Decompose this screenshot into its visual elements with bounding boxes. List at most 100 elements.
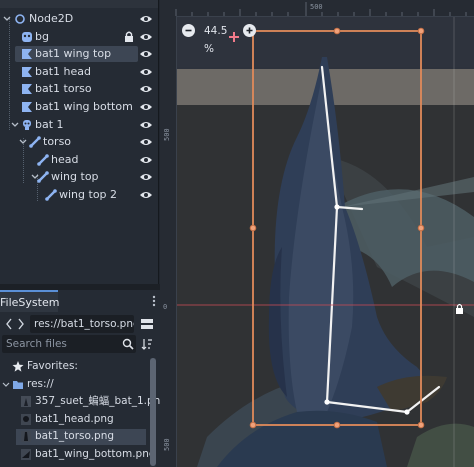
scene-node-bat1-wing-top[interactable]: bat1 wing top bbox=[0, 45, 158, 63]
scene-node-label: bat 1 bbox=[35, 117, 64, 131]
polygon-icon bbox=[22, 84, 32, 95]
collapse-arrow-icon[interactable] bbox=[2, 379, 10, 391]
zoom-out-button[interactable] bbox=[182, 24, 195, 37]
scene-canvas[interactable] bbox=[177, 17, 474, 467]
scene-node-torso[interactable]: torso bbox=[0, 133, 158, 151]
split-view-toggle-icon[interactable] bbox=[140, 316, 154, 332]
sprite-icon bbox=[22, 31, 32, 42]
favorites-item[interactable]: Favorites: bbox=[0, 358, 150, 376]
ruler-ticks bbox=[175, 2, 467, 16]
polygon-icon bbox=[22, 101, 32, 112]
file-item-selected[interactable]: bat1_torso.png bbox=[0, 428, 150, 446]
scene-node-head[interactable]: head bbox=[0, 151, 158, 169]
visibility-eye-icon[interactable] bbox=[139, 10, 153, 27]
visibility-eye-icon[interactable] bbox=[139, 80, 153, 97]
search-files-input[interactable]: Search files bbox=[2, 335, 136, 353]
scene-node-label: bat1 wing top bbox=[35, 47, 112, 61]
path-field[interactable]: res://bat1_torso.png bbox=[30, 315, 134, 333]
file-list-scrollbar[interactable] bbox=[150, 358, 156, 467]
file-item[interactable]: bat1_wing_bottom.png bbox=[0, 446, 156, 464]
back-arrow-icon[interactable] bbox=[4, 317, 14, 331]
file-label: bat1_torso.png bbox=[35, 430, 115, 443]
visibility-eye-icon[interactable] bbox=[139, 45, 153, 62]
scene-node-label: head bbox=[51, 152, 79, 166]
folder-icon bbox=[13, 380, 23, 389]
ruler-label: 500 bbox=[163, 438, 171, 451]
file-label: Favorites: bbox=[27, 360, 78, 372]
collapse-arrow-icon[interactable] bbox=[2, 10, 12, 27]
scene-node-label: wing top bbox=[51, 170, 99, 184]
scene-node-label: bat1 wing bottom bbox=[35, 99, 133, 113]
res-folder-item[interactable]: res:// bbox=[0, 376, 150, 394]
lock-icon[interactable] bbox=[122, 28, 136, 45]
scene-node-bat1-head[interactable]: bat1 head bbox=[0, 63, 158, 81]
bone-icon bbox=[37, 171, 49, 184]
scene-tree[interactable]: Node2D bg bat1 wing top bat1 head bat1 t… bbox=[0, 10, 158, 204]
scene-node-bat1-wing-bottom[interactable]: bat1 wing bottom bbox=[0, 98, 158, 116]
collapse-arrow-icon[interactable] bbox=[18, 133, 28, 150]
forward-arrow-icon[interactable] bbox=[16, 317, 26, 331]
scene-node-wing-top-2[interactable]: wing top 2 bbox=[0, 186, 158, 204]
scene-node-label: bg bbox=[35, 29, 49, 43]
visibility-eye-icon[interactable] bbox=[139, 116, 153, 133]
image-thumb-icon bbox=[21, 448, 31, 460]
collapse-arrow-icon[interactable] bbox=[10, 116, 20, 133]
file-item[interactable]: bat1_head.png bbox=[0, 411, 150, 429]
polygon-icon bbox=[22, 49, 32, 60]
canvas-viewport[interactable]: 500 500 0 500 44.5 % bbox=[160, 0, 474, 467]
search-bar: Search files bbox=[0, 334, 160, 354]
visibility-eye-icon[interactable] bbox=[139, 168, 153, 185]
scrollbar-thumb[interactable] bbox=[150, 358, 156, 466]
star-icon bbox=[12, 361, 24, 372]
sort-icon[interactable] bbox=[141, 337, 153, 351]
scene-node-label: torso bbox=[43, 135, 72, 149]
visibility-eye-icon[interactable] bbox=[139, 28, 153, 45]
minus-icon bbox=[185, 29, 192, 32]
visibility-eye-icon[interactable] bbox=[139, 186, 153, 203]
bone-icon bbox=[37, 153, 49, 166]
zoom-in-button[interactable] bbox=[243, 24, 256, 37]
skeleton-icon bbox=[23, 119, 31, 130]
polygon-icon bbox=[22, 66, 32, 77]
scene-node-wing-top[interactable]: wing top bbox=[0, 168, 158, 186]
file-label: bat1_head.png bbox=[35, 412, 114, 425]
scene-node-bg[interactable]: bg bbox=[0, 28, 158, 46]
ruler-label: 0 bbox=[163, 303, 168, 311]
image-thumb-icon bbox=[21, 396, 31, 408]
search-icon bbox=[122, 338, 134, 350]
image-thumb-icon bbox=[21, 413, 31, 425]
filesystem-panel: FileSystem res://bat1_torso.png Search f… bbox=[0, 290, 167, 467]
scene-node-label: bat1 head bbox=[35, 64, 91, 78]
file-label: 357_suet_蝙蝠_bat_1.png bbox=[35, 395, 167, 408]
scene-node-label: wing top 2 bbox=[59, 187, 118, 201]
visibility-eye-icon[interactable] bbox=[139, 133, 153, 150]
node2d-circle-icon bbox=[15, 14, 25, 24]
tab-filesystem[interactable]: FileSystem bbox=[0, 290, 59, 312]
left-dock: Node2D bg bat1 wing top bat1 head bat1 t… bbox=[0, 0, 167, 467]
bat-artwork bbox=[177, 17, 474, 467]
ruler-vertical[interactable]: 500 0 500 bbox=[160, 16, 177, 467]
visibility-eye-icon[interactable] bbox=[139, 98, 153, 115]
scene-node-bat-1[interactable]: bat 1 bbox=[0, 116, 158, 134]
panel-menu-icon[interactable] bbox=[150, 293, 158, 309]
visibility-eye-icon[interactable] bbox=[139, 151, 153, 168]
bone-icon bbox=[29, 136, 41, 148]
scene-panel-toolbar bbox=[0, 0, 158, 8]
scene-node-node2d[interactable]: Node2D bbox=[0, 10, 158, 28]
visibility-eye-icon[interactable] bbox=[139, 63, 153, 80]
scene-node-label: bat1 torso bbox=[35, 82, 92, 96]
file-label: bat1_wing_bottom.png bbox=[35, 447, 156, 460]
scene-panel: Node2D bg bat1 wing top bat1 head bat1 t… bbox=[0, 0, 159, 284]
ruler-horizontal[interactable]: 500 bbox=[160, 0, 474, 17]
image-thumb-icon bbox=[21, 431, 31, 443]
bone-icon bbox=[45, 189, 57, 201]
ruler-label: 500 bbox=[163, 128, 171, 141]
file-list[interactable]: Favorites: res:// 357_suet_蝙蝠_bat_1.png … bbox=[0, 358, 167, 464]
path-bar: res://bat1_torso.png bbox=[0, 314, 160, 334]
file-label: res:// bbox=[27, 377, 54, 390]
zoom-level-button[interactable]: 44.5 % bbox=[204, 22, 227, 58]
plus-icon bbox=[246, 27, 253, 34]
scene-node-label: Node2D bbox=[29, 12, 74, 25]
file-item[interactable]: 357_suet_蝙蝠_bat_1.png bbox=[0, 393, 167, 411]
scene-node-bat1-torso[interactable]: bat1 torso bbox=[0, 80, 158, 98]
